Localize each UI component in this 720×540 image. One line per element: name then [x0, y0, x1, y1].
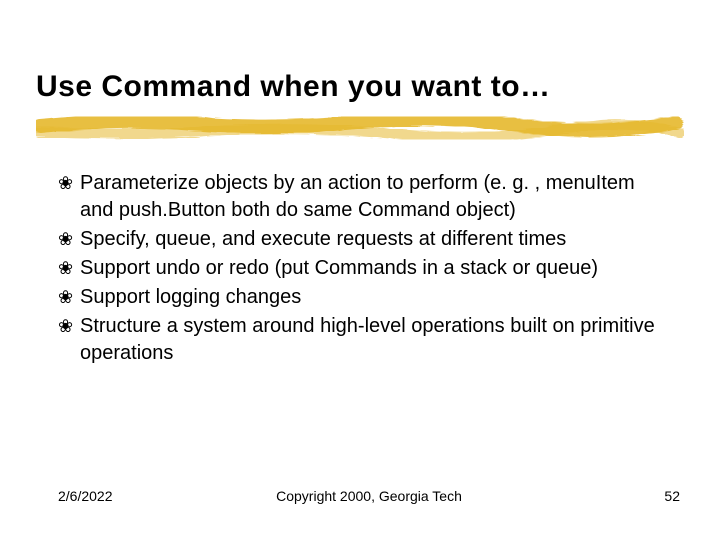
slide: Use Command when you want to… ❀ Paramete…: [0, 0, 720, 540]
title-underline: [36, 112, 684, 142]
slide-footer: 2/6/2022 Copyright 2000, Georgia Tech 52: [58, 488, 680, 504]
bullet-text: Support logging changes: [80, 284, 672, 311]
footer-page: 52: [664, 488, 680, 504]
footer-copyright: Copyright 2000, Georgia Tech: [58, 488, 680, 504]
list-item: ❀ Parameterize objects by an action to p…: [58, 170, 672, 224]
bullet-icon: ❀: [58, 284, 80, 311]
bullet-text: Support undo or redo (put Commands in a …: [80, 255, 672, 282]
bullet-icon: ❀: [58, 226, 80, 253]
list-item: ❀ Specify, queue, and execute requests a…: [58, 226, 672, 253]
bullet-text: Structure a system around high-level ope…: [80, 313, 672, 367]
footer-date: 2/6/2022: [58, 488, 113, 504]
slide-title: Use Command when you want to…: [36, 70, 551, 104]
bullet-text: Specify, queue, and execute requests at …: [80, 226, 672, 253]
bullet-icon: ❀: [58, 255, 80, 282]
list-item: ❀ Support undo or redo (put Commands in …: [58, 255, 672, 282]
list-item: ❀ Structure a system around high-level o…: [58, 313, 672, 367]
list-item: ❀ Support logging changes: [58, 284, 672, 311]
bullet-text: Parameterize objects by an action to per…: [80, 170, 672, 224]
bullet-list: ❀ Parameterize objects by an action to p…: [58, 170, 672, 369]
bullet-icon: ❀: [58, 313, 80, 340]
bullet-icon: ❀: [58, 170, 80, 197]
